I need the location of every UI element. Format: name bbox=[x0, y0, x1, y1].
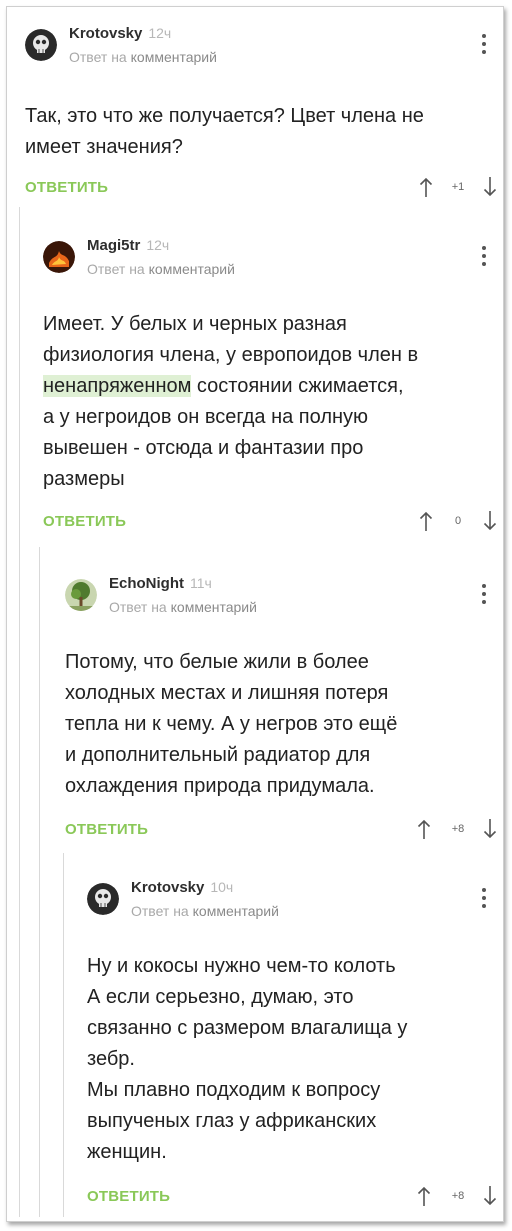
fire-avatar-icon[interactable] bbox=[43, 241, 75, 273]
highlighted-word: ненапряженном bbox=[43, 375, 192, 397]
comment-footer: ОТВЕТИТЬ +8 bbox=[87, 1185, 497, 1209]
reply-button[interactable]: ОТВЕТИТЬ bbox=[87, 1188, 170, 1205]
comment-author[interactable]: Krotovsky 10ч bbox=[131, 879, 233, 896]
comment: Krotovsky 12ч Ответ на комментарий Так, э… bbox=[25, 23, 497, 203]
comment-text: Имеет. У белых и черных разная физиологи… bbox=[43, 313, 419, 490]
comment-footer: ОТВЕТИТЬ 0 bbox=[43, 510, 497, 534]
rating-counter: +8 bbox=[451, 823, 465, 835]
comment-text: Так, это что же получается? Цвет члена н… bbox=[25, 105, 424, 158]
thread-line bbox=[19, 207, 20, 1217]
comment-text: Ну и кокосы нужно чем-то колоть А если с… bbox=[87, 955, 408, 1163]
arrow-up-icon[interactable] bbox=[417, 1185, 431, 1207]
comment: Krotovsky 10ч Ответ на комментарий Ну и к… bbox=[87, 877, 497, 1213]
arrow-up-icon[interactable] bbox=[419, 176, 433, 198]
reply-target-link[interactable]: комментарий bbox=[193, 903, 279, 919]
reply-to-line: Ответ на комментарий bbox=[109, 599, 257, 615]
comment-header: EchoNight 11ч Ответ на комментарий bbox=[65, 573, 493, 617]
skull-avatar-icon[interactable] bbox=[25, 29, 57, 61]
arrow-down-icon[interactable] bbox=[483, 510, 497, 532]
comment-header: Krotovsky 10ч Ответ на комментарий bbox=[87, 877, 493, 921]
comment-author[interactable]: Magi5tr 12ч bbox=[87, 237, 169, 254]
thread-line bbox=[39, 547, 40, 1217]
comment-age: 10ч bbox=[210, 879, 234, 895]
comment: EchoNight 11ч Ответ на комментарий Потому… bbox=[65, 573, 497, 842]
comment-header: Krotovsky 12ч Ответ на комментарий bbox=[25, 23, 493, 67]
reply-to-line: Ответ на комментарий bbox=[69, 49, 217, 65]
comment-footer: ОТВЕТИТЬ +1 bbox=[25, 176, 497, 200]
more-menu-icon[interactable] bbox=[477, 581, 491, 607]
reply-to-line: Ответ на комментарий bbox=[87, 261, 235, 277]
comment-text: Потому, что белые жили в более холодных … bbox=[65, 651, 398, 797]
comment-header: Magi5tr 12ч Ответ на комментарий bbox=[43, 235, 493, 279]
skull-avatar-icon[interactable] bbox=[87, 883, 119, 915]
rating-counter: 0 bbox=[454, 515, 462, 527]
rating-counter: +8 bbox=[451, 1190, 465, 1202]
reply-target-link[interactable]: комментарий bbox=[171, 599, 257, 615]
comment-author[interactable]: EchoNight 11ч bbox=[109, 575, 212, 592]
arrow-down-icon[interactable] bbox=[483, 818, 497, 840]
arrow-down-icon[interactable] bbox=[483, 176, 497, 198]
comment-age: 12ч bbox=[148, 25, 172, 41]
comment-age: 11ч bbox=[190, 575, 212, 591]
arrow-down-icon[interactable] bbox=[483, 1185, 497, 1207]
tree-avatar-icon[interactable] bbox=[65, 579, 97, 611]
more-menu-icon[interactable] bbox=[477, 243, 491, 269]
arrow-up-icon[interactable] bbox=[419, 510, 433, 532]
comment-footer: ОТВЕТИТЬ +8 bbox=[65, 818, 497, 842]
more-menu-icon[interactable] bbox=[477, 31, 491, 57]
reply-button[interactable]: ОТВЕТИТЬ bbox=[65, 821, 148, 838]
reply-button[interactable]: ОТВЕТИТЬ bbox=[43, 513, 126, 530]
rating-counter: +1 bbox=[451, 181, 465, 193]
comment-author[interactable]: Krotovsky 12ч bbox=[69, 25, 171, 42]
thread-line bbox=[63, 853, 64, 1217]
reply-target-link[interactable]: комментарий bbox=[149, 261, 235, 277]
reply-target-link[interactable]: комментарий bbox=[131, 49, 217, 65]
comment: Magi5tr 12ч Ответ на комментарий Имеет. У… bbox=[43, 235, 497, 535]
reply-to-line: Ответ на комментарий bbox=[131, 903, 279, 919]
arrow-up-icon[interactable] bbox=[417, 818, 431, 840]
more-menu-icon[interactable] bbox=[477, 885, 491, 911]
reply-button[interactable]: ОТВЕТИТЬ bbox=[25, 179, 108, 196]
comment-thread: Krotovsky 12ч Ответ на комментарий Так, э… bbox=[6, 6, 504, 1222]
comment-age: 12ч bbox=[146, 237, 170, 253]
